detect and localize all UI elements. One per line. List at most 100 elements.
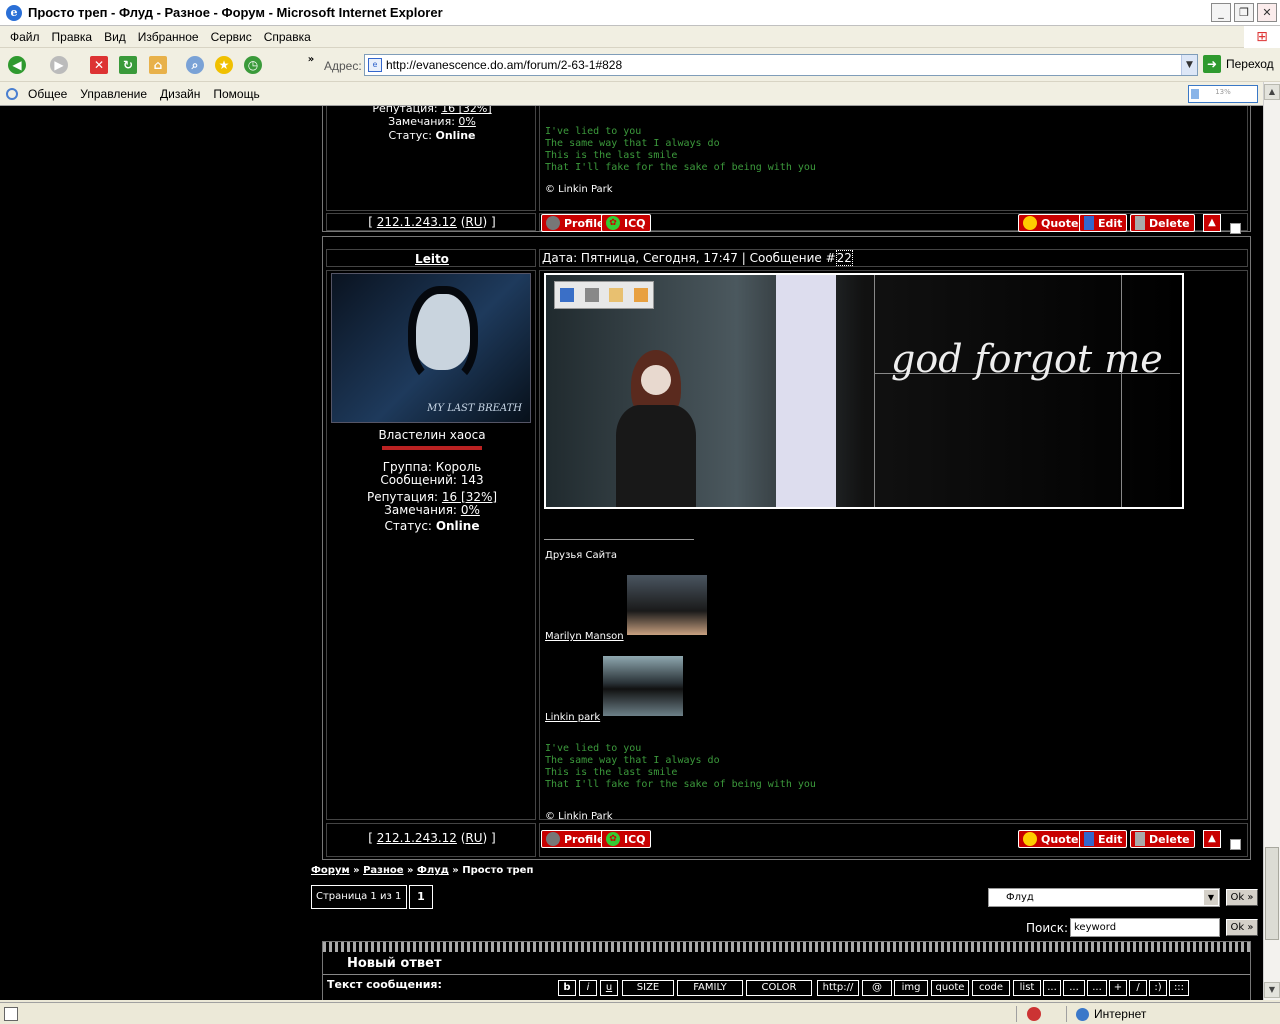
history-icon[interactable]: ◷: [244, 56, 262, 74]
breadcrumb-flood[interactable]: Флуд: [417, 865, 449, 876]
close-button[interactable]: ✕: [1257, 3, 1277, 22]
minimize-button[interactable]: _: [1211, 3, 1231, 22]
delete-button[interactable]: Delete: [1130, 830, 1195, 848]
post-number-link[interactable]: 22: [835, 250, 853, 266]
address-bar[interactable]: e http://evanescence.do.am/forum/2-63-1#…: [364, 54, 1198, 76]
quote-tag-button[interactable]: quote: [931, 980, 969, 996]
favorites-star-icon[interactable]: ★: [215, 56, 233, 74]
back-icon[interactable]: ◀: [8, 56, 26, 74]
menu-tools[interactable]: Сервис: [211, 30, 252, 44]
code-button[interactable]: code: [972, 980, 1010, 996]
toolbar-overflow-icon[interactable]: »: [302, 51, 320, 69]
stop-icon[interactable]: ✕: [90, 56, 108, 74]
size-select[interactable]: SIZE: [622, 980, 674, 996]
smiley-button[interactable]: :): [1149, 980, 1167, 996]
profile-button[interactable]: Profile: [541, 830, 610, 848]
scroll-up-icon[interactable]: ▲: [1264, 84, 1280, 100]
home-icon[interactable]: ⌂: [149, 56, 167, 74]
address-dropdown-icon[interactable]: ▼: [1181, 55, 1197, 75]
editor-more-button[interactable]: :::: [1169, 980, 1189, 996]
page-1-button[interactable]: 1: [409, 885, 433, 909]
avatar-caption: MY LAST BREATH: [427, 403, 522, 414]
delete-icon: [1135, 832, 1145, 846]
edit-button[interactable]: Edit: [1079, 830, 1128, 848]
select-checkbox[interactable]: [1230, 223, 1241, 234]
icq-button[interactable]: ✿ ICQ: [601, 830, 651, 848]
remarks-link[interactable]: 0%: [458, 115, 475, 128]
link-design[interactable]: Дизайн: [160, 87, 200, 101]
italic-button[interactable]: i: [579, 980, 597, 996]
scroll-thumb[interactable]: [1265, 847, 1279, 940]
editor-plus-button[interactable]: +: [1109, 980, 1127, 996]
edit-pencil-icon: [1084, 216, 1094, 230]
friend-link-marilyn-manson[interactable]: Marilyn Manson: [545, 631, 624, 642]
underline-button[interactable]: u: [600, 980, 618, 996]
menu-edit[interactable]: Правка: [52, 30, 93, 44]
breadcrumb: Форум » Разное » Флуд » Просто треп: [311, 865, 534, 876]
link-general[interactable]: Общее: [28, 87, 67, 101]
maximize-button[interactable]: ❐: [1234, 3, 1254, 22]
popup-blocked-icon: [1027, 1007, 1041, 1021]
select-checkbox[interactable]: [1230, 839, 1241, 850]
scroll-top-icon[interactable]: ▲: [1203, 830, 1221, 848]
bold-button[interactable]: b: [558, 980, 576, 996]
breadcrumb-forum[interactable]: Форум: [311, 865, 350, 876]
post-2-signature: © Linkin Park: [545, 811, 613, 822]
img-button[interactable]: img: [894, 980, 928, 996]
url-button[interactable]: http://: [817, 980, 859, 996]
editor-button-15[interactable]: ...: [1087, 980, 1107, 996]
icq-flower-icon: ✿: [606, 216, 620, 230]
family-select[interactable]: FAMILY: [677, 980, 743, 996]
list-button[interactable]: list: [1013, 980, 1041, 996]
scroll-top-icon[interactable]: ▲: [1203, 214, 1221, 232]
save-icon[interactable]: [560, 288, 575, 302]
address-input[interactable]: http://evanescence.do.am/forum/2-63-1#82…: [386, 58, 1181, 72]
print-icon[interactable]: [584, 288, 599, 302]
breadcrumb-misc[interactable]: Разное: [363, 865, 403, 876]
reputation-link[interactable]: 16 [32%]: [441, 106, 492, 115]
username-link[interactable]: Leito: [327, 252, 537, 266]
email-button[interactable]: @: [862, 980, 892, 996]
search-input[interactable]: keyword: [1070, 918, 1220, 937]
menu-favorites[interactable]: Избранное: [138, 30, 199, 44]
menu-view[interactable]: Вид: [104, 30, 126, 44]
post-2-lyrics: I've lied to you The same way that I alwa…: [545, 743, 816, 790]
icq-button[interactable]: ✿ ICQ: [601, 214, 651, 232]
remarks-link[interactable]: 0%: [461, 503, 480, 517]
folder-icon[interactable]: [633, 288, 648, 302]
quote-button[interactable]: Quote: [1018, 214, 1084, 232]
edit-button[interactable]: Edit: [1079, 214, 1128, 232]
browser-window: e Просто треп - Флуд - Разное - Форум - …: [0, 0, 1280, 1024]
linkin-park-photo[interactable]: [603, 656, 683, 716]
forward-icon[interactable]: ▶: [50, 56, 68, 74]
status-bar: Интернет: [0, 1002, 1280, 1024]
ip-link[interactable]: 212.1.243.12: [377, 215, 457, 229]
link-management[interactable]: Управление: [80, 87, 147, 101]
friend-link-linkin-park[interactable]: Linkin park: [545, 712, 600, 723]
menu-file[interactable]: Файл: [10, 30, 40, 44]
menu-help[interactable]: Справка: [264, 30, 311, 44]
marilyn-manson-photo[interactable]: [627, 575, 707, 635]
editor-button-14[interactable]: ...: [1063, 980, 1085, 996]
search-ok-button[interactable]: Ok »: [1226, 919, 1258, 936]
page-icon: e: [368, 58, 382, 72]
forum-jump-select[interactable]: Флуд ▼: [988, 888, 1220, 907]
profile-button[interactable]: Profile: [541, 214, 610, 232]
editor-slash-button[interactable]: /: [1129, 980, 1147, 996]
jump-ok-button[interactable]: Ok »: [1226, 889, 1258, 906]
link-help[interactable]: Помощь: [213, 87, 259, 101]
ip-link[interactable]: 212.1.243.12: [377, 831, 457, 845]
color-select[interactable]: COLOR: [746, 980, 812, 996]
mail-icon[interactable]: [609, 288, 624, 302]
scroll-down-icon[interactable]: ▼: [1264, 982, 1280, 998]
go-button[interactable]: ➜ Переход: [1203, 55, 1274, 73]
reputation-link[interactable]: 16 [32%]: [442, 490, 497, 504]
ornament-border: [323, 942, 1250, 952]
refresh-icon[interactable]: ↻: [119, 56, 137, 74]
search-icon[interactable]: ⌕: [186, 56, 204, 74]
quote-button[interactable]: Quote: [1018, 830, 1084, 848]
editor-button-13[interactable]: ...: [1043, 980, 1061, 996]
delete-button[interactable]: Delete: [1130, 214, 1195, 232]
vertical-scrollbar[interactable]: ▲ ▼: [1263, 82, 1280, 1000]
post-1-signature: © Linkin Park: [545, 184, 613, 195]
